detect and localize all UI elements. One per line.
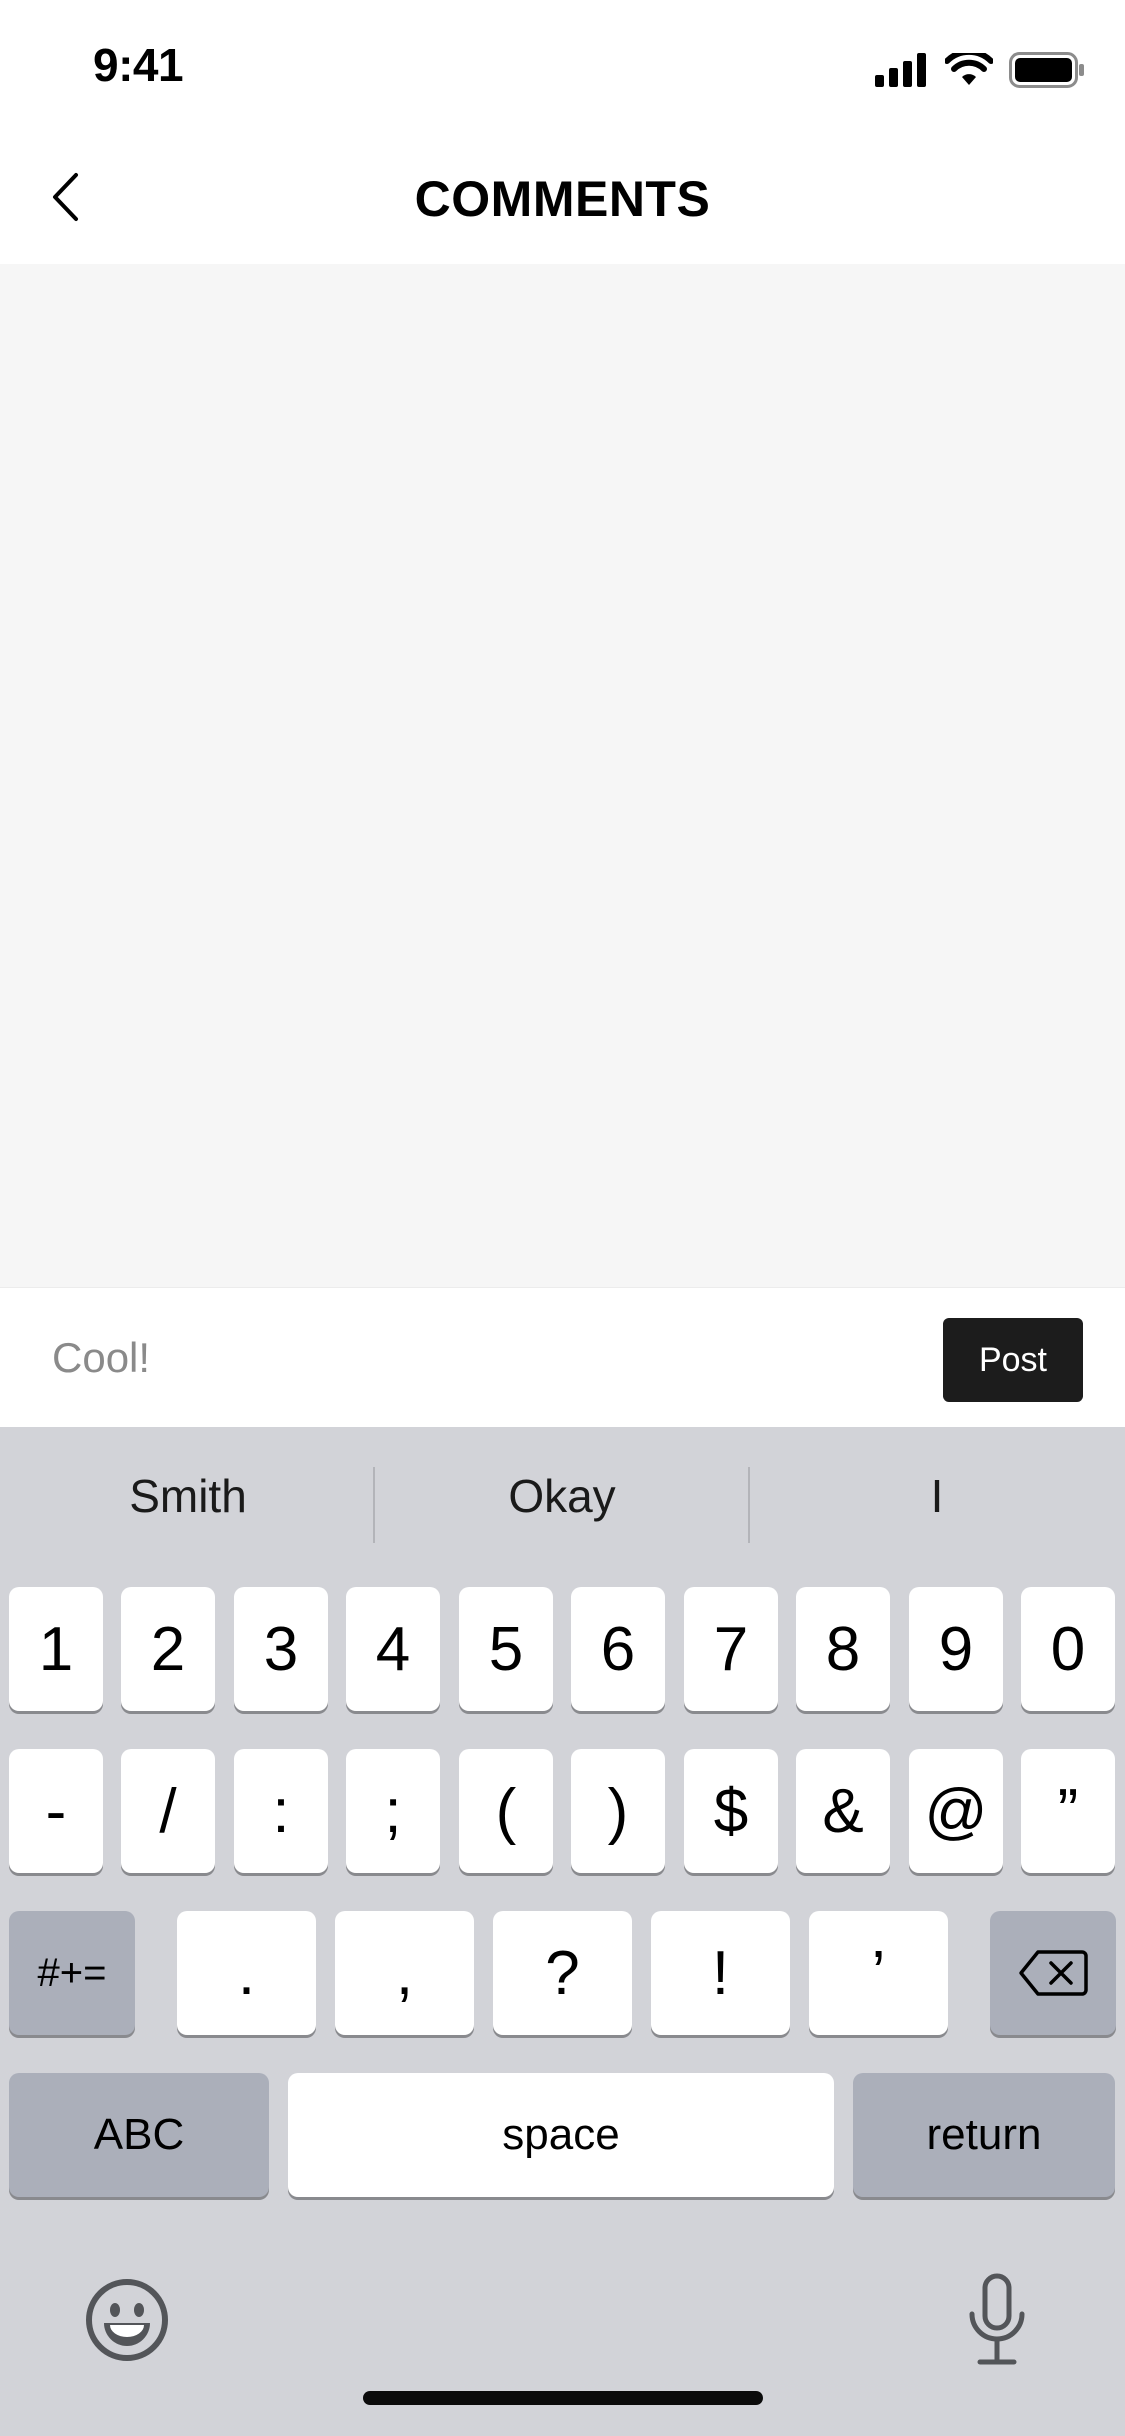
- key-close-paren[interactable]: ): [571, 1749, 665, 1873]
- status-bar: 9:41: [0, 0, 1125, 130]
- key-hyphen[interactable]: -: [9, 1749, 103, 1873]
- key-quote[interactable]: ”: [1021, 1749, 1115, 1873]
- comment-composer: Post: [0, 1287, 1125, 1428]
- key-1[interactable]: 1: [9, 1587, 103, 1711]
- key-period[interactable]: .: [177, 1911, 316, 2035]
- suggestion-item[interactable]: Okay: [377, 1469, 747, 1523]
- suggestion-item[interactable]: I: [752, 1469, 1122, 1523]
- emoji-icon: [86, 2279, 168, 2361]
- cellular-signal-icon: [875, 53, 926, 87]
- emoji-button[interactable]: [82, 2275, 172, 2365]
- keyboard: Smith Okay I 1 2 3 4 5 6 7 8 9 0 - / : ;…: [0, 1427, 1125, 2436]
- key-dollar[interactable]: $: [684, 1749, 778, 1873]
- key-5[interactable]: 5: [459, 1587, 553, 1711]
- wifi-icon: [945, 53, 993, 85]
- key-at[interactable]: @: [909, 1749, 1003, 1873]
- backspace-icon: [1019, 1950, 1088, 1996]
- microphone-icon: [969, 2273, 1025, 2365]
- key-return[interactable]: return: [853, 2073, 1115, 2197]
- key-symbols-toggle[interactable]: #+=: [9, 1911, 135, 2035]
- nav-bar: COMMENTS: [0, 130, 1125, 264]
- battery-icon: [1009, 52, 1084, 88]
- comment-input[interactable]: [52, 1318, 912, 1398]
- key-open-paren[interactable]: (: [459, 1749, 553, 1873]
- suggestion-bar: Smith Okay I: [0, 1427, 1125, 1577]
- key-space[interactable]: space: [288, 2073, 834, 2197]
- key-3[interactable]: 3: [234, 1587, 328, 1711]
- suggestion-divider: [373, 1467, 375, 1543]
- comments-list[interactable]: [0, 264, 1125, 1287]
- key-exclamation[interactable]: !: [651, 1911, 790, 2035]
- key-apostrophe[interactable]: ’: [809, 1911, 948, 2035]
- post-button[interactable]: Post: [943, 1318, 1083, 1402]
- page-title: COMMENTS: [414, 171, 711, 227]
- key-4[interactable]: 4: [346, 1587, 440, 1711]
- key-comma[interactable]: ,: [335, 1911, 474, 2035]
- home-indicator: [363, 2391, 763, 2405]
- key-semicolon[interactable]: ;: [346, 1749, 440, 1873]
- key-abc[interactable]: ABC: [9, 2073, 269, 2197]
- suggestion-item[interactable]: Smith: [3, 1469, 373, 1523]
- key-9[interactable]: 9: [909, 1587, 1003, 1711]
- suggestion-divider: [748, 1467, 750, 1543]
- dictation-button[interactable]: [962, 2270, 1032, 2370]
- key-6[interactable]: 6: [571, 1587, 665, 1711]
- delete-key[interactable]: [990, 1911, 1116, 2035]
- key-question[interactable]: ?: [493, 1911, 632, 2035]
- key-slash[interactable]: /: [121, 1749, 215, 1873]
- status-time: 9:41: [93, 39, 184, 91]
- key-colon[interactable]: :: [234, 1749, 328, 1873]
- key-0[interactable]: 0: [1021, 1587, 1115, 1711]
- status-icons: [875, 50, 1085, 90]
- key-8[interactable]: 8: [796, 1587, 890, 1711]
- key-7[interactable]: 7: [684, 1587, 778, 1711]
- key-ampersand[interactable]: &: [796, 1749, 890, 1873]
- key-2[interactable]: 2: [121, 1587, 215, 1711]
